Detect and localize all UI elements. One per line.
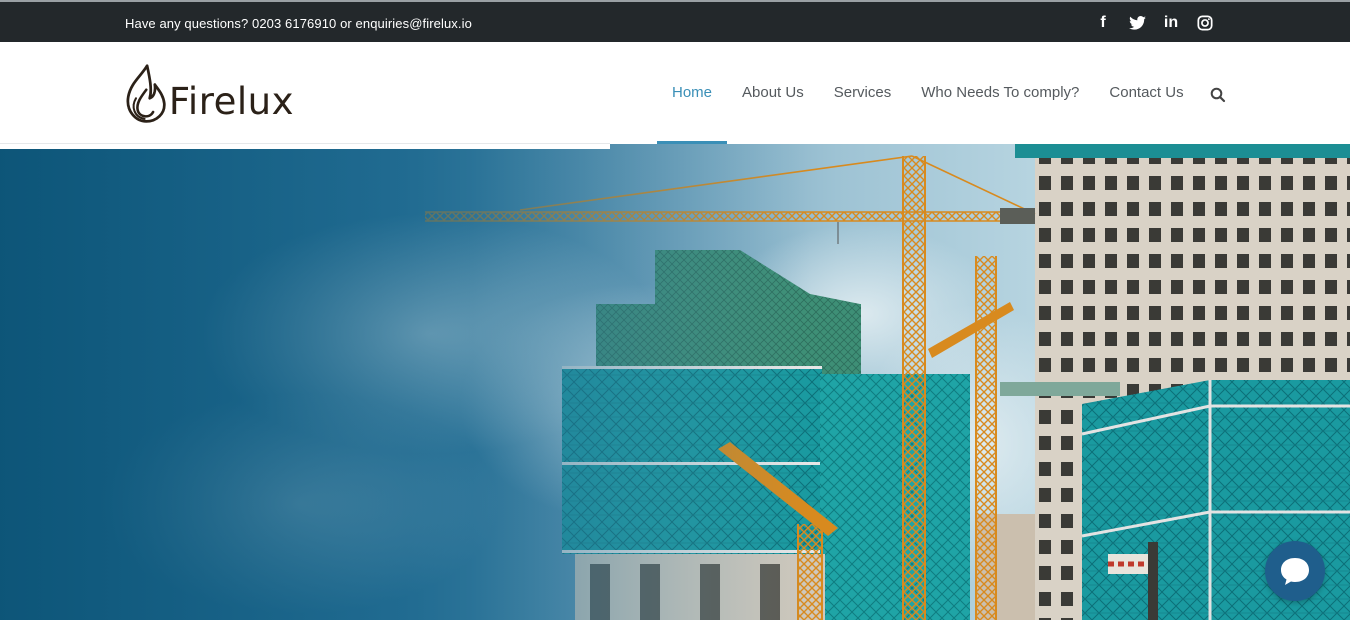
linkedin-icon[interactable]: in: [1154, 12, 1188, 34]
flame-logo-icon: [126, 64, 166, 123]
contact-info: Have any questions? 0203 6176910 or enqu…: [125, 16, 472, 31]
twitter-icon[interactable]: [1120, 12, 1154, 34]
nav-home[interactable]: Home: [657, 84, 728, 144]
search-icon[interactable]: [1210, 87, 1226, 103]
hero-banner: [0, 144, 1350, 620]
chat-bubble-icon: [1281, 558, 1309, 585]
social-links: f in: [1086, 12, 1222, 34]
chat-button[interactable]: [1265, 541, 1325, 601]
nav-contact-us[interactable]: Contact Us: [1094, 84, 1198, 144]
construction-site-image: [0, 144, 1350, 620]
top-bar: Have any questions? 0203 6176910 or enqu…: [0, 0, 1350, 42]
nav-who-needs-to-comply[interactable]: Who Needs To comply?: [906, 84, 1094, 144]
logo-text: Firelux: [168, 79, 294, 123]
site-header: Firelux Home About Us Services Who Needs…: [0, 42, 1350, 144]
nav-services[interactable]: Services: [819, 84, 907, 144]
header-divider: [0, 143, 610, 149]
firelux-logo[interactable]: Firelux: [124, 58, 294, 130]
main-nav: Home About Us Services Who Needs To comp…: [657, 84, 1199, 144]
facebook-icon[interactable]: f: [1086, 12, 1120, 34]
instagram-icon[interactable]: [1188, 12, 1222, 34]
nav-about-us[interactable]: About Us: [727, 84, 819, 144]
